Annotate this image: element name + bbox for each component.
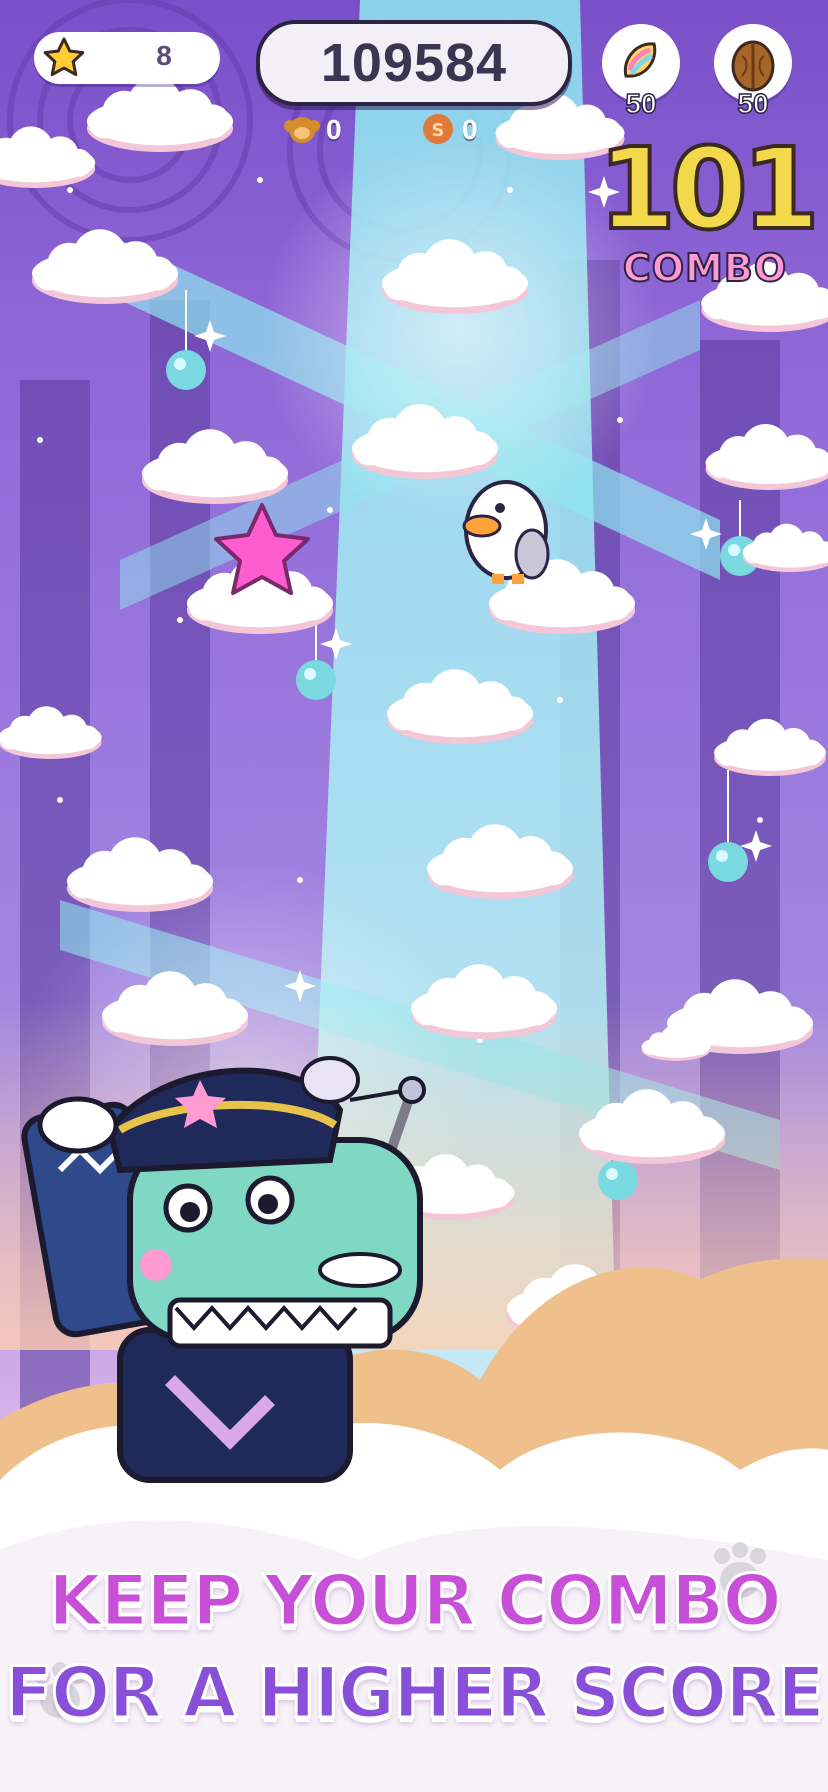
coin-icon: S <box>423 114 453 144</box>
tagline-line-2: FOR A HIGHER SCORE <box>4 1651 827 1736</box>
score-value: 109584 <box>320 33 508 93</box>
rainbow-feather-count: 50 <box>625 87 658 120</box>
monkey-count: 0 <box>326 114 342 145</box>
monkey-icon <box>284 117 320 143</box>
coin-stat: S 0 <box>420 112 500 148</box>
combo-counter: 101 <box>596 125 822 255</box>
star-icon <box>43 37 85 77</box>
star-count: 8 <box>156 40 172 71</box>
walnut-count: 50 <box>737 87 770 120</box>
combo-label: COMBO <box>622 245 788 291</box>
star-counter: 8 <box>34 32 220 84</box>
coin-count: 0 <box>462 114 478 145</box>
monkey-stat: 0 <box>284 112 364 148</box>
score-display: 109584 <box>256 20 572 106</box>
tagline-line-1: KEEP YOUR COMBO <box>47 1559 784 1644</box>
svg-text:S: S <box>432 120 445 141</box>
